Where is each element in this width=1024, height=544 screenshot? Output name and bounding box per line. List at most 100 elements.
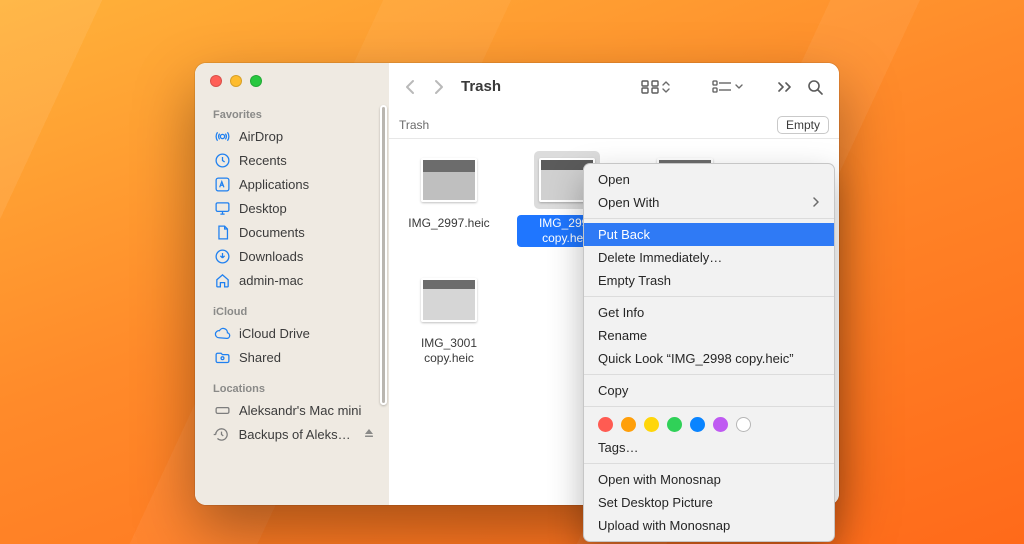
- chevron-expand-icon: [662, 81, 670, 93]
- breadcrumb[interactable]: Trash: [399, 118, 429, 132]
- eject-icon[interactable]: [363, 427, 375, 442]
- file-thumbnail-wrap: [416, 271, 482, 329]
- sidebar-item-label: Backups of Aleksa…: [239, 427, 355, 442]
- view-icons-button[interactable]: [637, 76, 674, 98]
- sidebar-item[interactable]: Backups of Aleksa…: [195, 422, 389, 446]
- file-item[interactable]: IMG_3001 copy.heic: [399, 271, 499, 367]
- context-menu-item-label: Empty Trash: [598, 273, 671, 288]
- context-menu-item-label: Delete Immediately…: [598, 250, 722, 265]
- context-menu-separator: [584, 218, 834, 219]
- group-by-button[interactable]: [708, 76, 747, 98]
- context-menu-item[interactable]: Copy: [584, 379, 834, 402]
- zoom-icon[interactable]: [250, 75, 262, 87]
- scrollbar-thumb[interactable]: [380, 105, 387, 405]
- file-item[interactable]: IMG_2997.heic: [399, 151, 499, 247]
- chevron-right-icon: [813, 196, 820, 210]
- context-menu-item-label: Upload with Monosnap: [598, 518, 730, 533]
- context-menu-separator: [584, 463, 834, 464]
- sidebar-item[interactable]: Aleksandr's Mac mini: [195, 398, 389, 422]
- path-bar: Trash Empty: [389, 111, 839, 139]
- tag-color-dot[interactable]: [598, 417, 613, 432]
- context-menu-separator: [584, 374, 834, 375]
- tag-color-dot[interactable]: [644, 417, 659, 432]
- sidebar-item[interactable]: Recents: [195, 148, 389, 172]
- context-menu-item[interactable]: Tags…: [584, 436, 834, 459]
- file-name-label: IMG_3001 copy.heic: [399, 335, 499, 367]
- context-menu-item[interactable]: Delete Immediately…: [584, 246, 834, 269]
- sidebar-item[interactable]: AirDrop: [195, 124, 389, 148]
- sidebar-item[interactable]: Shared: [195, 345, 389, 369]
- sidebar-item-label: AirDrop: [239, 129, 283, 144]
- desktop-icon: [213, 199, 231, 217]
- file-thumbnail-wrap: [416, 151, 482, 209]
- sidebar-item-label: Documents: [239, 225, 305, 240]
- context-menu-item[interactable]: Upload with Monosnap: [584, 514, 834, 537]
- file-thumbnail: [421, 158, 477, 202]
- context-menu-item[interactable]: Put Back: [584, 223, 834, 246]
- icloud-drive-icon: [213, 324, 231, 342]
- downloads-icon: [213, 247, 231, 265]
- applications-icon: [213, 175, 231, 193]
- forward-button[interactable]: [427, 73, 449, 101]
- context-menu-item-label: Open with Monosnap: [598, 472, 721, 487]
- recents-icon: [213, 151, 231, 169]
- context-menu-item-label: Tags…: [598, 440, 638, 455]
- sidebar-item[interactable]: admin-mac: [195, 268, 389, 292]
- sidebar-item[interactable]: iCloud Drive: [195, 321, 389, 345]
- sidebar-item[interactable]: Documents: [195, 220, 389, 244]
- file-name-label: IMG_2997.heic: [404, 215, 493, 232]
- documents-icon: [213, 223, 231, 241]
- sidebar-item-label: iCloud Drive: [239, 326, 310, 341]
- back-button[interactable]: [399, 73, 421, 101]
- context-menu-item-label: Quick Look “IMG_2998 copy.heic”: [598, 351, 794, 366]
- file-thumbnail: [421, 278, 477, 322]
- context-menu-item[interactable]: Get Info: [584, 301, 834, 324]
- window-controls: [195, 63, 389, 97]
- empty-trash-button[interactable]: Empty: [777, 116, 829, 134]
- context-menu-item[interactable]: Open: [584, 168, 834, 191]
- sidebar-item-label: Shared: [239, 350, 281, 365]
- context-menu-separator: [584, 406, 834, 407]
- shared-icon: [213, 348, 231, 366]
- sidebar-section-header: Locations: [195, 379, 389, 398]
- chevron-down-icon: [735, 84, 743, 90]
- tag-color-dot[interactable]: [690, 417, 705, 432]
- context-menu: Open Open With Put Back Delete Immediately……: [583, 163, 835, 542]
- context-menu-item-label: Open: [598, 172, 630, 187]
- context-menu-item-label: Open With: [598, 195, 659, 210]
- tag-color-dot[interactable]: [621, 417, 636, 432]
- close-icon[interactable]: [210, 75, 222, 87]
- context-menu-tags-row: [584, 411, 834, 436]
- context-menu-item[interactable]: Quick Look “IMG_2998 copy.heic”: [584, 347, 834, 370]
- tag-color-dot[interactable]: [667, 417, 682, 432]
- sidebar-item[interactable]: Downloads: [195, 244, 389, 268]
- sidebar-item-label: Downloads: [239, 249, 303, 264]
- context-menu-item[interactable]: Open with Monosnap: [584, 468, 834, 491]
- context-menu-item-label: Put Back: [598, 227, 650, 242]
- sidebar: Favorites AirDrop Recents Applications D…: [195, 63, 389, 505]
- sidebar-item[interactable]: Desktop: [195, 196, 389, 220]
- context-menu-item[interactable]: Rename: [584, 324, 834, 347]
- sidebar-item-label: admin-mac: [239, 273, 303, 288]
- sidebar-item[interactable]: Applications: [195, 172, 389, 196]
- toolbar: Trash: [389, 63, 839, 111]
- tag-color-dot[interactable]: [713, 417, 728, 432]
- sidebar-section-header: iCloud: [195, 302, 389, 321]
- window-title: Trash: [461, 78, 501, 95]
- context-menu-item[interactable]: Set Desktop Picture: [584, 491, 834, 514]
- sidebar-item-label: Aleksandr's Mac mini: [239, 403, 361, 418]
- context-menu-item[interactable]: Empty Trash: [584, 269, 834, 292]
- timemachine-icon: [213, 425, 231, 443]
- sidebar-item-label: Applications: [239, 177, 309, 192]
- sidebar-scrollbar[interactable]: [380, 103, 387, 483]
- search-button[interactable]: [803, 75, 827, 99]
- context-menu-item-label: Copy: [598, 383, 628, 398]
- sidebar-section-header: Favorites: [195, 105, 389, 124]
- minimize-icon[interactable]: [230, 75, 242, 87]
- mac-mini-icon: [213, 401, 231, 419]
- sidebar-item-label: Desktop: [239, 201, 287, 216]
- tag-color-none[interactable]: [736, 417, 751, 432]
- context-menu-item-label: Get Info: [598, 305, 644, 320]
- context-menu-item[interactable]: Open With: [584, 191, 834, 214]
- toolbar-overflow-button[interactable]: [773, 78, 797, 96]
